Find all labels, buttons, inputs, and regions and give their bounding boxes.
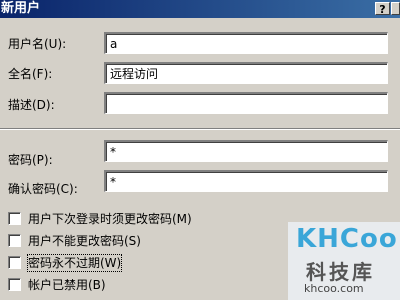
option-label: 用户下次登录时须更改密码(M) (28, 212, 192, 226)
password-field[interactable]: * (104, 140, 388, 162)
fullname-label: 全名(F): (8, 67, 53, 81)
close-button[interactable] (391, 2, 400, 15)
fullname-field[interactable]: 远程访问 (104, 62, 388, 84)
option-label: 用户不能更改密码(S) (28, 234, 141, 248)
window-title: 新用户 (1, 1, 41, 16)
description-label: 描述(D): (8, 98, 55, 112)
title-bar: 新用户 ? (0, 0, 400, 18)
username-label: 用户名(U): (8, 37, 67, 51)
help-button[interactable]: ? (375, 2, 390, 16)
password-label: 密码(P): (8, 153, 53, 167)
checkbox[interactable] (8, 212, 21, 225)
watermark-name: 科技库 (306, 260, 375, 284)
confirm-password-label: 确认密码(C): (8, 182, 78, 196)
separator (0, 128, 400, 130)
checkbox[interactable] (8, 234, 21, 247)
watermark-url: khcoo.com (304, 282, 364, 295)
watermark-brand: KHCoo (296, 224, 398, 254)
checkbox[interactable] (8, 256, 21, 269)
description-field[interactable] (104, 92, 388, 114)
watermark-logo: KHCoo 科技库 khcoo.com (282, 222, 400, 300)
checkbox[interactable] (8, 278, 21, 291)
confirm-password-field[interactable]: * (104, 170, 388, 192)
option-label: 帐户已禁用(B) (28, 278, 106, 292)
option-label: 密码永不过期(W) (26, 254, 123, 272)
username-field[interactable]: a (104, 32, 388, 54)
